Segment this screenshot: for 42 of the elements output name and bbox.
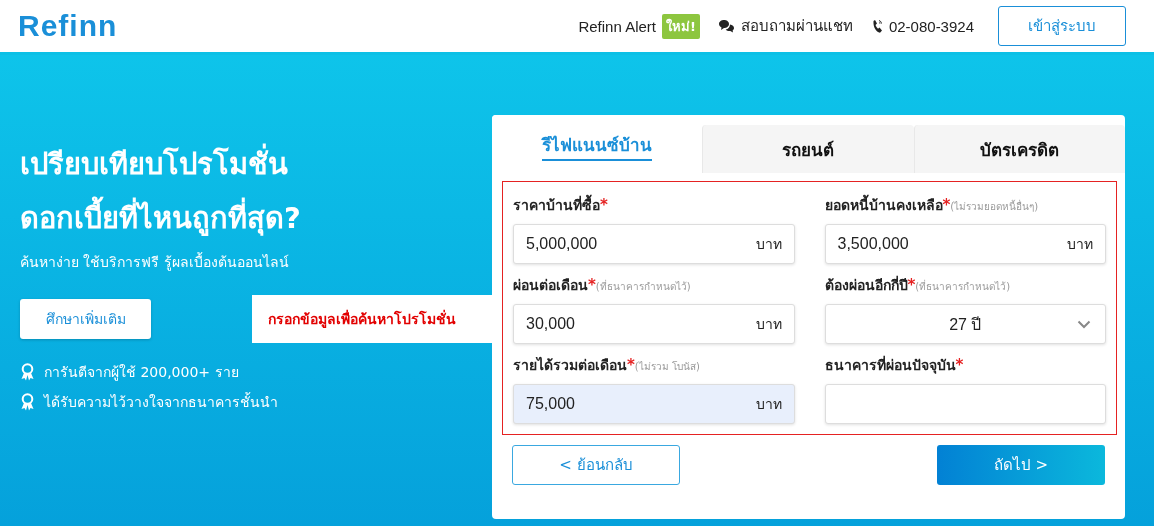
benefit-text: การันตีจากผู้ใช้ 200,000+ ราย [44,363,239,383]
field-label: ผ่อนต่อเดือน [513,276,588,295]
field-label: รายได้รวมต่อเดือน [513,356,627,375]
field-label: ยอดหนี้บ้านคงเหลือ [824,194,943,216]
nav-link[interactable]: 02-080-3924 [888,17,974,35]
field-note: (ที่ธนาคารกำหนดไว้) [595,279,691,294]
refinn-logo[interactable]: Refinn [18,9,118,43]
input-field[interactable]: 75,000 บาท [513,384,795,424]
award-icon [20,363,35,381]
back-button[interactable]: < ย้อนกลับ [512,445,680,485]
field-note: (ที่ธนาคารกำหนดไว้) [915,279,1011,294]
required-mark: * [942,196,951,214]
chevron-down-icon [1077,320,1091,329]
hero-title: เปรียบเทียบโปรโมชั่น [20,137,288,191]
required-mark: * [907,276,916,294]
required-mark: * [627,356,635,374]
field-label: ราคาบ้านที่ซื้อ [513,194,600,216]
benefit-text: ได้รับความไว้วางใจจากธนาคารชั้นนำ [44,391,278,412]
category-tab[interactable]: รถยนต์ [702,125,914,173]
input-field[interactable]: 3,500,000 บาท [824,224,1106,264]
chat-icon [717,19,735,33]
required-mark: * [588,276,596,294]
year-select[interactable]: 27 ปี [824,304,1106,344]
award-icon [20,393,35,411]
input-field[interactable] [824,384,1106,424]
learn-more-button[interactable]: ศึกษาเพิ่มเติม [20,299,151,339]
field-note: (ไม่รวม โบนัส) [634,360,700,374]
required-mark: * [600,196,608,214]
hero-subtitle: ค้นหาง่าย ใช้บริการฟรี รู้ผลเบื้องต้นออนไลน์ [20,251,290,273]
category-tab[interactable]: บัตรเครดิต [913,125,1125,173]
new-badge: ใหม่! [662,13,700,39]
nav-link[interactable]: Refinn Alert [578,17,656,35]
nav-link[interactable]: สอบถามผ่านแชท [740,14,853,38]
field-label: ต้องผ่อนอีกกี่ปี [824,274,908,295]
hero-title: ดอกเบี้ยที่ไหนถูกที่สุด? [20,191,301,245]
callout-note: กรอกข้อมูลเพื่อค้นหาโปรโมชั่น [252,295,492,343]
required-mark: * [955,356,964,374]
field-label: ธนาคารที่ผ่อนปัจจุบัน [824,354,956,376]
input-field[interactable]: 30,000 บาท [513,304,795,344]
field-note: (ไม่รวมยอดหนี้อื่นๆ) [950,199,1039,214]
input-field[interactable]: 5,000,000 บาท [513,224,795,264]
login-button[interactable]: เข้าสู่ระบบ [998,6,1126,46]
